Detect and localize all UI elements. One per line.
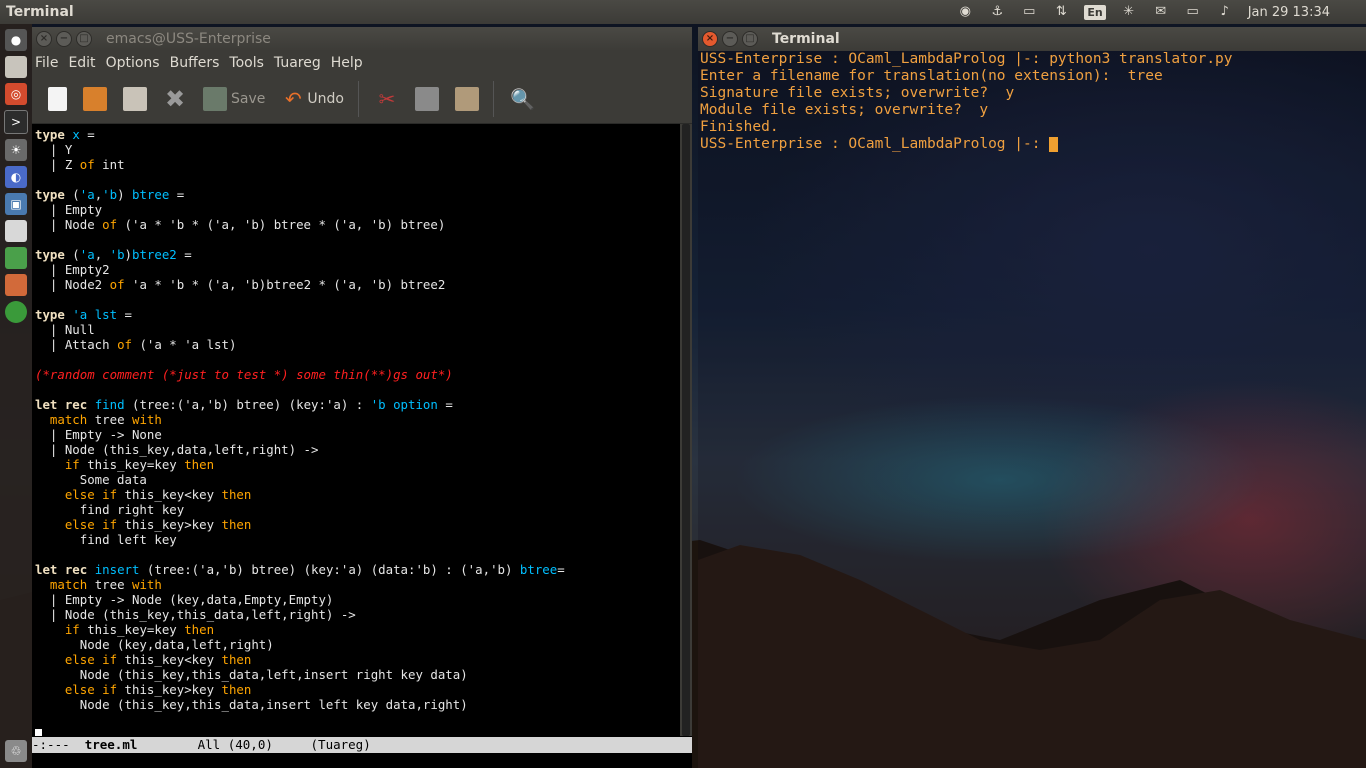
copy-button[interactable]	[414, 87, 439, 111]
keyboard-layout-indicator[interactable]: En	[1084, 4, 1106, 20]
modeline-filename: tree.ml	[84, 737, 138, 752]
terminal-prompt: USS-Enterprise : OCaml_LambdaProlog |-:	[700, 136, 1050, 152]
open-file-button[interactable]	[83, 87, 107, 111]
menu-file[interactable]: File	[35, 55, 58, 71]
maximize-icon[interactable]: □	[76, 31, 92, 47]
menu-edit[interactable]: Edit	[68, 55, 95, 71]
terminal-line: Finished.	[700, 119, 779, 135]
kill-buffer-button[interactable]: ✖	[163, 87, 187, 111]
menu-buffers[interactable]: Buffers	[170, 55, 220, 71]
system-tray: ◉ ⚓ ▭ ⇅ En ✳ ✉ ▭ ♪ Jan 29 13:34	[956, 4, 1330, 20]
editor-scrollbar[interactable]	[680, 124, 692, 736]
software-center-icon[interactable]	[5, 301, 27, 323]
terminal-window: × − □ Terminal USS-Enterprise : OCaml_La…	[698, 27, 1366, 768]
terminal-icon[interactable]: >	[4, 110, 28, 134]
mode-line: -:--- tree.ml All (40,0) (Tuareg)	[32, 737, 692, 753]
terminal-line: Module file exists; overwrite? y	[700, 102, 989, 118]
usb-icon[interactable]: ⚓	[988, 5, 1006, 19]
save-button[interactable]: Save	[203, 87, 265, 111]
network-icon[interactable]: ◉	[956, 5, 974, 19]
file-icon	[48, 87, 67, 111]
terminal-cursor	[1049, 136, 1059, 152]
copy-icon	[414, 87, 439, 111]
transfer-icon[interactable]: ⇅	[1052, 5, 1070, 19]
menu-options[interactable]: Options	[106, 55, 160, 71]
terminal-window-title: Terminal	[772, 31, 840, 47]
open-directory-button[interactable]	[123, 87, 147, 111]
emacs-titlebar[interactable]: × − □ emacs@USS-Enterprise	[32, 27, 692, 51]
maximize-icon[interactable]: □	[742, 31, 758, 47]
close-icon: ✖	[164, 85, 186, 113]
terminal-line: USS-Enterprise : OCaml_LambdaProlog |-: …	[700, 51, 1233, 67]
eclipse-icon[interactable]: ◐	[5, 166, 27, 188]
terminal-titlebar[interactable]: × − □ Terminal	[698, 27, 1366, 51]
writer-icon[interactable]	[5, 220, 27, 242]
emacs-window-title: emacs@USS-Enterprise	[106, 31, 271, 47]
cut-icon: ✂	[378, 87, 396, 111]
dired-icon	[123, 87, 147, 111]
mail-icon[interactable]: ✉	[1152, 5, 1170, 19]
active-window-title: Terminal	[6, 4, 74, 20]
emacs-window: × − □ emacs@USS-Enterprise File Edit Opt…	[32, 27, 692, 768]
paste-icon	[454, 87, 479, 111]
modeline-mode: (Tuareg)	[310, 737, 371, 752]
emacs-toolbar: ✖ Save ↶ Undo ✂ 🔍	[32, 75, 692, 124]
files-icon[interactable]	[5, 56, 27, 78]
minimize-icon[interactable]: −	[722, 31, 738, 47]
terminal-output[interactable]: USS-Enterprise : OCaml_LambdaProlog |-: …	[698, 51, 1366, 768]
trash-icon[interactable]: ♲	[5, 740, 27, 762]
open-folder-icon	[83, 87, 107, 111]
cut-button[interactable]: ✂	[375, 87, 399, 111]
calc-icon[interactable]	[5, 247, 27, 269]
bulb-icon[interactable]: ☀	[5, 139, 27, 161]
search-button[interactable]: 🔍	[509, 87, 535, 111]
toolbar-separator	[357, 81, 359, 117]
save-icon	[203, 87, 227, 111]
emacs-menubar: File Edit Options Buffers Tools Tuareg H…	[32, 51, 692, 75]
new-file-button[interactable]	[48, 87, 67, 111]
menu-tools[interactable]: Tools	[229, 55, 264, 71]
launcher: ● ◎ > ☀ ◐ ▣ ♲	[0, 24, 32, 768]
terminal-line: Signature file exists; overwrite? y	[700, 85, 1015, 101]
chrome-icon[interactable]: ◎	[5, 83, 27, 105]
power-battery-icon[interactable]: ▭	[1184, 5, 1202, 19]
menu-help[interactable]: Help	[331, 55, 363, 71]
minimize-icon[interactable]: −	[56, 31, 72, 47]
modeline-status: -:---	[32, 737, 70, 752]
text-cursor	[35, 728, 42, 736]
undo-icon: ↶	[284, 87, 302, 111]
impress-icon[interactable]	[5, 274, 27, 296]
terminal-line: Enter a filename for translation(no exte…	[700, 68, 1163, 84]
scrollbar-thumb[interactable]	[682, 124, 690, 736]
toolbar-separator	[492, 81, 494, 117]
minibuffer[interactable]	[32, 753, 692, 768]
editor-buffer[interactable]: type x = | Y | Z of int type ('a,'b) btr…	[32, 124, 680, 736]
paste-button[interactable]	[454, 87, 479, 111]
search-icon: 🔍	[509, 87, 535, 111]
buffer-text: type x = | Y | Z of int type ('a,'b) btr…	[32, 124, 680, 736]
close-icon[interactable]: ×	[36, 31, 52, 47]
bluetooth-icon[interactable]: ✳	[1120, 5, 1138, 19]
dash-icon[interactable]: ●	[5, 29, 27, 51]
network-manager-icon[interactable]: ▣	[5, 193, 27, 215]
battery-icon[interactable]: ▭	[1020, 5, 1038, 19]
close-icon[interactable]: ×	[702, 31, 718, 47]
volume-icon[interactable]: ♪	[1216, 5, 1234, 19]
modeline-position: All (40,0)	[197, 737, 273, 752]
undo-button[interactable]: ↶ Undo	[281, 87, 344, 111]
clock[interactable]: Jan 29 13:34	[1248, 5, 1330, 20]
menu-tuareg[interactable]: Tuareg	[274, 55, 321, 71]
top-panel: Terminal ◉ ⚓ ▭ ⇅ En ✳ ✉ ▭ ♪ Jan 29 13:34	[0, 0, 1366, 24]
terminal-prompt-line: USS-Enterprise : OCaml_LambdaProlog |-:	[698, 136, 1366, 153]
